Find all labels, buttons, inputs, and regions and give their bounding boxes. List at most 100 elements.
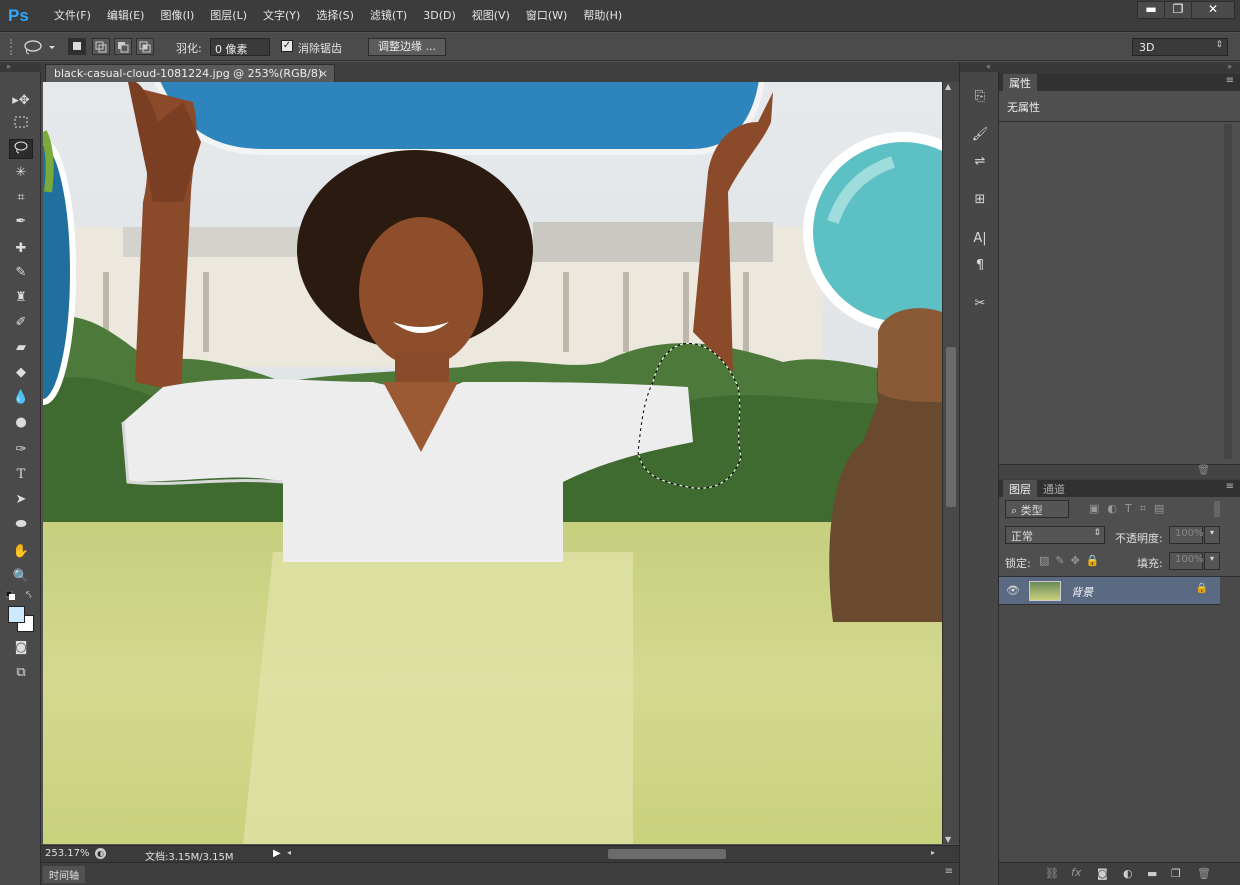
filter-type-icons[interactable]: ▣◐T⌗▤ bbox=[1089, 502, 1172, 516]
pen-tool-icon[interactable]: ✑ bbox=[9, 440, 33, 460]
dodge-tool-icon[interactable]: ● bbox=[9, 413, 33, 433]
layer-name[interactable]: 背景 bbox=[1071, 584, 1093, 600]
fill-dropdown-icon[interactable]: ▾ bbox=[1204, 552, 1220, 570]
new-layer-icon[interactable]: ❐ bbox=[1171, 867, 1181, 880]
new-group-icon[interactable]: ▬ bbox=[1147, 867, 1157, 880]
clone-source-icon[interactable]: ⊞ bbox=[968, 189, 992, 211]
tab-properties[interactable]: 属性 bbox=[1003, 74, 1037, 91]
menu-file[interactable]: 文件(F) bbox=[46, 8, 99, 24]
timeline-tab[interactable]: 时间轴 bbox=[43, 866, 85, 883]
properties-scrollbar[interactable] bbox=[1224, 124, 1232, 459]
opacity-input[interactable]: 100% bbox=[1169, 526, 1204, 544]
adjustment-layer-icon[interactable]: ◐ bbox=[1123, 867, 1133, 880]
document-tab[interactable]: black-casual-cloud-1081224.jpg @ 253%(RG… bbox=[45, 64, 335, 93]
hscroll-left-icon[interactable]: ◂ bbox=[287, 848, 291, 857]
path-selection-tool-icon[interactable]: ➤ bbox=[9, 490, 33, 510]
layer-style-icon[interactable]: fx bbox=[1071, 866, 1081, 879]
restore-button[interactable]: ❐ bbox=[1164, 1, 1192, 19]
image-canvas[interactable] bbox=[43, 82, 942, 844]
horizontal-scroll-thumb[interactable] bbox=[608, 849, 726, 859]
link-layers-icon[interactable]: ⛓ bbox=[1045, 867, 1059, 880]
default-colors-icon[interactable] bbox=[5, 590, 16, 601]
blur-tool-icon[interactable]: 💧 bbox=[9, 388, 33, 408]
vertical-scrollbar[interactable]: ▲ ▼ bbox=[942, 82, 959, 844]
status-menu-arrow-icon[interactable]: ▶ bbox=[273, 848, 281, 859]
tool-presets-icon[interactable]: ✂ bbox=[968, 293, 992, 315]
magic-wand-tool-icon[interactable]: ✳ bbox=[9, 163, 33, 183]
antialias-checkbox[interactable]: ✓ bbox=[281, 40, 293, 52]
scroll-down-icon[interactable]: ▼ bbox=[945, 835, 951, 844]
add-to-selection-button[interactable] bbox=[92, 38, 110, 55]
properties-trash-icon[interactable]: 🗑 bbox=[1197, 465, 1210, 476]
paint-bucket-tool-icon[interactable]: ◆ bbox=[9, 363, 33, 383]
timeline-menu-icon[interactable]: ≡ bbox=[945, 866, 953, 877]
clone-stamp-tool-icon[interactable]: ♜ bbox=[9, 288, 33, 308]
marquee-tool-icon[interactable] bbox=[9, 115, 33, 135]
menu-view[interactable]: 视图(V) bbox=[464, 8, 518, 24]
vertical-scroll-thumb[interactable] bbox=[946, 347, 956, 507]
lasso-preset-picker[interactable] bbox=[22, 39, 56, 55]
filter-toggle[interactable] bbox=[1214, 501, 1220, 517]
type-tool-icon[interactable]: T bbox=[9, 465, 33, 485]
healing-brush-tool-icon[interactable]: ✚ bbox=[9, 239, 33, 259]
layers-menu-icon[interactable]: ≡ bbox=[1226, 481, 1234, 492]
menu-3d[interactable]: 3D(D) bbox=[415, 8, 464, 24]
visibility-eye-icon[interactable]: 👁 bbox=[1006, 584, 1020, 597]
menu-layer[interactable]: 图层(L) bbox=[202, 8, 255, 24]
lasso-tool-icon[interactable] bbox=[9, 139, 33, 159]
character-panel-icon[interactable]: A| bbox=[968, 228, 992, 250]
eraser-tool-icon[interactable]: ▰ bbox=[9, 338, 33, 358]
brush-panel-icon[interactable]: 🖌 bbox=[968, 124, 992, 146]
move-tool-icon[interactable]: ▸✥ bbox=[9, 91, 33, 111]
delete-layer-icon[interactable]: 🗑 bbox=[1197, 867, 1211, 880]
refine-edge-button[interactable]: 调整边缘 ... bbox=[368, 38, 446, 56]
scroll-up-icon[interactable]: ▲ bbox=[945, 82, 951, 91]
history-brush-tool-icon[interactable]: ✐ bbox=[9, 313, 33, 333]
feather-input[interactable]: 0 像素 bbox=[210, 38, 270, 56]
lock-options-icons[interactable]: ▨✎✥🔒 bbox=[1039, 554, 1106, 567]
menu-filter[interactable]: 滤镜(T) bbox=[362, 8, 415, 24]
paragraph-panel-icon[interactable]: ¶ bbox=[968, 255, 992, 277]
zoom-tool-icon[interactable]: 🔍 bbox=[9, 567, 33, 587]
workspace-select[interactable]: 3D ⇕ bbox=[1132, 38, 1228, 56]
fill-input[interactable]: 100% bbox=[1169, 552, 1204, 570]
brush-tool-icon[interactable]: ✎ bbox=[9, 263, 33, 283]
tab-layers[interactable]: 图层 bbox=[1003, 480, 1037, 497]
brush-presets-icon[interactable]: ⇌ bbox=[968, 151, 992, 173]
intersect-selection-button[interactable] bbox=[136, 38, 154, 55]
layer-row[interactable]: 👁 背景 🔒 bbox=[999, 577, 1220, 605]
menu-type[interactable]: 文字(Y) bbox=[255, 8, 308, 24]
close-button[interactable]: ✕ bbox=[1191, 1, 1235, 19]
dock-collapse-icon[interactable]: « bbox=[960, 62, 1000, 72]
swap-colors-icon[interactable]: ⤣ bbox=[26, 590, 32, 601]
foreground-color-swatch[interactable] bbox=[8, 606, 25, 623]
menu-select[interactable]: 选择(S) bbox=[308, 8, 362, 24]
toolbar-collapse-icon[interactable]: » bbox=[0, 62, 41, 72]
menu-image[interactable]: 图像(I) bbox=[152, 8, 202, 24]
opacity-dropdown-icon[interactable]: ▾ bbox=[1204, 526, 1220, 544]
hscroll-right-icon[interactable]: ▸ bbox=[931, 848, 935, 857]
close-tab-icon[interactable]: × bbox=[319, 67, 328, 80]
eyedropper-tool-icon[interactable]: ✒ bbox=[9, 212, 33, 232]
crop-tool-icon[interactable]: ⌗ bbox=[9, 188, 33, 208]
quick-mask-icon[interactable]: ◙ bbox=[9, 638, 33, 658]
status-info-icon[interactable]: ◐ bbox=[95, 848, 106, 859]
tools-panel: » ▸✥ ✳ ⌗ ✒ ✚ ✎ ♜ ✐ ▰ ◆ 💧 ● ✑ T ➤ ⬬ ✋ 🔍 ⤣… bbox=[0, 62, 41, 885]
new-selection-button[interactable] bbox=[68, 38, 86, 55]
panels-collapse-icon[interactable]: » bbox=[999, 62, 1240, 74]
zoom-level[interactable]: 253.17% bbox=[45, 848, 90, 859]
minimize-button[interactable]: ▬ bbox=[1137, 1, 1165, 19]
tab-channels[interactable]: 通道 bbox=[1037, 480, 1071, 497]
screen-mode-icon[interactable]: ⧉ bbox=[9, 663, 33, 683]
menu-help[interactable]: 帮助(H) bbox=[575, 8, 630, 24]
add-mask-icon[interactable]: ◙ bbox=[1097, 867, 1108, 880]
hand-tool-icon[interactable]: ✋ bbox=[9, 542, 33, 562]
properties-menu-icon[interactable]: ≡ bbox=[1226, 75, 1234, 86]
menu-window[interactable]: 窗口(W) bbox=[518, 8, 575, 24]
history-panel-icon[interactable]: ⎘ bbox=[968, 86, 992, 108]
ellipse-tool-icon[interactable]: ⬬ bbox=[9, 515, 33, 535]
subtract-from-selection-button[interactable] bbox=[114, 38, 132, 55]
layer-filter-select[interactable]: ⌕ 类型 bbox=[1005, 500, 1069, 518]
menu-edit[interactable]: 编辑(E) bbox=[99, 8, 153, 24]
blend-mode-select[interactable]: 正常 ⇕ bbox=[1005, 526, 1105, 544]
